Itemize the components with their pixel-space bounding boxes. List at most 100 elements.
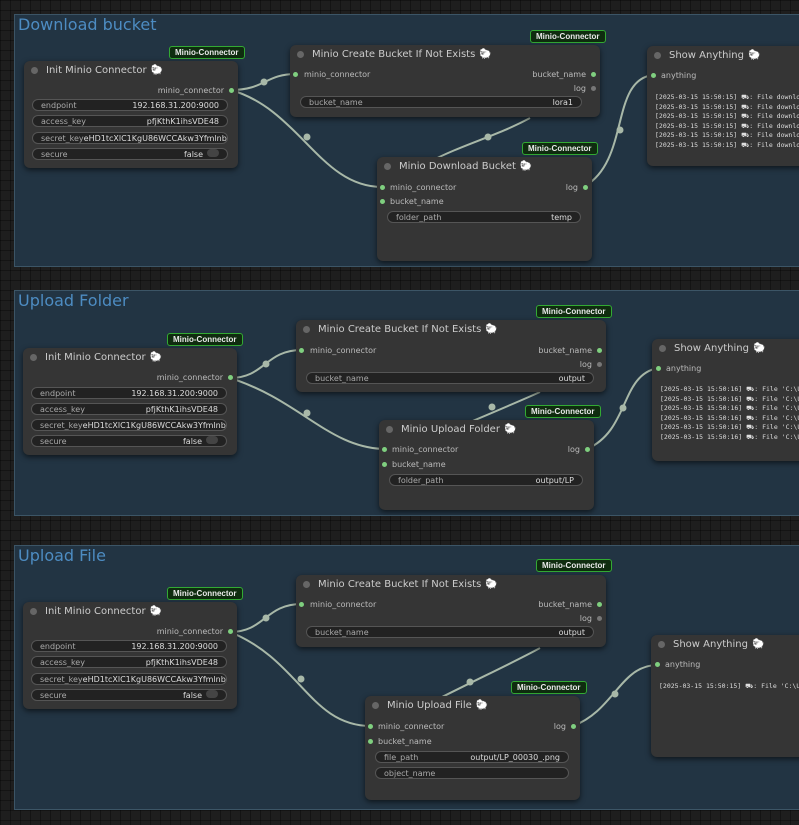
access-key-field[interactable]: access_key pfjKthK1ihsVDE48 <box>32 115 228 127</box>
output-pin[interactable] <box>597 348 602 353</box>
input-pin[interactable] <box>380 199 385 204</box>
node-title-text: Init Minio Connector <box>46 64 147 76</box>
input-label: minio_connector <box>310 346 377 355</box>
endpoint-field[interactable]: endpoint 192.168.31.200:9000 <box>31 640 227 652</box>
connector-tag: Minio-Connector <box>169 46 245 59</box>
input-pin[interactable] <box>656 366 661 371</box>
sheep-icon: 🐑 <box>149 605 163 617</box>
folder-path-field[interactable]: folder_path output/LP <box>389 474 583 486</box>
secure-toggle[interactable]: secure false <box>32 148 228 160</box>
toggle-knob <box>206 690 218 698</box>
endpoint-field[interactable]: endpoint 192.168.31.200:9000 <box>32 99 228 111</box>
secure-toggle[interactable]: secure false <box>31 435 227 447</box>
sheep-icon: 🐑 <box>519 160 533 172</box>
output-label: bucket_name <box>538 600 592 609</box>
endpoint-field[interactable]: endpoint 192.168.31.200:9000 <box>31 387 227 399</box>
output-pin[interactable] <box>585 447 590 452</box>
create-bucket-node[interactable]: Minio Create Bucket If Not Exists 🐑 minio… <box>290 45 600 117</box>
input-pin[interactable] <box>293 72 298 77</box>
init-minio-connector-node[interactable]: Init Minio Connector 🐑 minio_connector en… <box>23 348 237 455</box>
status-dot <box>303 580 310 588</box>
output-pin[interactable] <box>597 362 602 367</box>
output-label: bucket_name <box>538 346 592 355</box>
output-pin[interactable] <box>597 602 602 607</box>
output-pin[interactable] <box>597 616 602 621</box>
input-pin[interactable] <box>382 447 387 452</box>
show-anything-node[interactable]: Show Anything 🐑 anything [2025-03-15 15:5… <box>652 339 799 461</box>
show-anything-node[interactable]: Show Anything 🐑 anything [2025-03-15 15:5… <box>647 46 799 166</box>
node-title[interactable]: Init Minio Connector 🐑 <box>24 61 238 79</box>
status-dot <box>30 353 37 361</box>
input-pin[interactable] <box>368 739 373 744</box>
input-label: bucket_name <box>390 197 444 206</box>
object-name-field[interactable]: object_name <box>375 767 569 779</box>
output-label: log <box>565 183 578 192</box>
output-pin[interactable] <box>583 185 588 190</box>
output-pin[interactable] <box>228 629 233 634</box>
output-label: minio_connector <box>156 373 223 382</box>
input-pin[interactable] <box>368 724 373 729</box>
sheep-icon: 🐑 <box>752 342 766 354</box>
output-pin[interactable] <box>591 86 596 91</box>
file-path-field[interactable]: file_path output/LP_00030_.png <box>375 751 569 763</box>
create-bucket-node[interactable]: Minio Create Bucket If Not Exists 🐑 minio… <box>296 575 606 647</box>
minio-download-bucket-node[interactable]: Minio Download Bucket 🐑 minio_connector b… <box>377 157 592 261</box>
node-title[interactable]: Init Minio Connector 🐑 <box>23 348 237 366</box>
node-title[interactable]: Show Anything 🐑 <box>652 339 799 357</box>
output-label: bucket_name <box>532 70 586 79</box>
connector-tag: Minio-Connector <box>536 305 612 318</box>
create-bucket-node[interactable]: Minio Create Bucket If Not Exists 🐑 minio… <box>296 320 606 392</box>
connector-tag: Minio-Connector <box>167 333 243 346</box>
status-dot <box>384 162 391 170</box>
bucket-name-field[interactable]: bucket_name lora1 <box>300 96 582 108</box>
connector-tag: Minio-Connector <box>530 30 606 43</box>
bucket-name-field[interactable]: bucket_name output <box>306 626 594 638</box>
output-pin[interactable] <box>591 72 596 77</box>
status-dot <box>372 701 379 709</box>
output-pin[interactable] <box>571 724 576 729</box>
folder-path-field[interactable]: folder_path temp <box>387 211 581 223</box>
bucket-name-field[interactable]: bucket_name output <box>306 372 594 384</box>
status-dot <box>30 607 37 615</box>
node-title[interactable]: Show Anything 🐑 <box>651 635 799 653</box>
node-title[interactable]: Minio Create Bucket If Not Exists 🐑 <box>296 320 606 338</box>
sheep-icon: 🐑 <box>149 351 163 363</box>
input-pin[interactable] <box>299 348 304 353</box>
secret-key-field[interactable]: secret_key eHD1tcXlC1KgU86WCCAkw3Yfmlnbhf <box>32 132 228 144</box>
minio-upload-file-node[interactable]: Minio Upload File 🐑 minio_connector bucke… <box>365 696 580 800</box>
output-label: log <box>579 614 592 623</box>
node-title[interactable]: Minio Create Bucket If Not Exists 🐑 <box>296 575 606 593</box>
sheep-icon: 🐑 <box>747 49 761 61</box>
secret-key-field[interactable]: secret_key eHD1tcXlC1KgU86WCCAkw3Yfmlnbhf <box>31 419 227 431</box>
output-pin[interactable] <box>228 375 233 380</box>
minio-upload-folder-node[interactable]: Minio Upload Folder 🐑 minio_connector buc… <box>379 420 594 510</box>
secure-toggle[interactable]: secure false <box>31 689 227 701</box>
init-minio-connector-node[interactable]: Init Minio Connector 🐑 minio_connector en… <box>23 602 237 709</box>
connector-tag: Minio-Connector <box>511 681 587 694</box>
status-dot <box>658 640 665 648</box>
secret-key-field[interactable]: secret_key eHD1tcXlC1KgU86WCCAkw3Yfmlnbhf <box>31 673 227 685</box>
init-minio-connector-node[interactable]: Init Minio Connector 🐑 minio_connector en… <box>24 61 238 168</box>
connector-tag: Minio-Connector <box>525 405 601 418</box>
output-label: minio_connector <box>157 86 224 95</box>
node-title[interactable]: Init Minio Connector 🐑 <box>23 602 237 620</box>
input-pin[interactable] <box>651 73 656 78</box>
input-pin[interactable] <box>380 185 385 190</box>
input-label: minio_connector <box>392 445 459 454</box>
show-anything-node[interactable]: Show Anything 🐑 anything [2025-03-15 15:5… <box>651 635 799 757</box>
input-pin[interactable] <box>299 602 304 607</box>
access-key-field[interactable]: access_key pfjKthK1ihsVDE48 <box>31 403 227 415</box>
input-label: minio_connector <box>390 183 457 192</box>
node-title[interactable]: Minio Create Bucket If Not Exists 🐑 <box>290 45 600 63</box>
input-pin[interactable] <box>655 662 660 667</box>
access-key-field[interactable]: access_key pfjKthK1ihsVDE48 <box>31 656 227 668</box>
connector-tag: Minio-Connector <box>522 142 598 155</box>
node-title[interactable]: Minio Upload Folder 🐑 <box>379 420 594 438</box>
output-pin[interactable] <box>229 88 234 93</box>
node-title[interactable]: Show Anything 🐑 <box>647 46 799 64</box>
status-dot <box>297 50 304 58</box>
node-title[interactable]: Minio Download Bucket 🐑 <box>377 157 592 175</box>
node-title[interactable]: Minio Upload File 🐑 <box>365 696 580 714</box>
status-dot <box>659 344 666 352</box>
input-pin[interactable] <box>382 462 387 467</box>
